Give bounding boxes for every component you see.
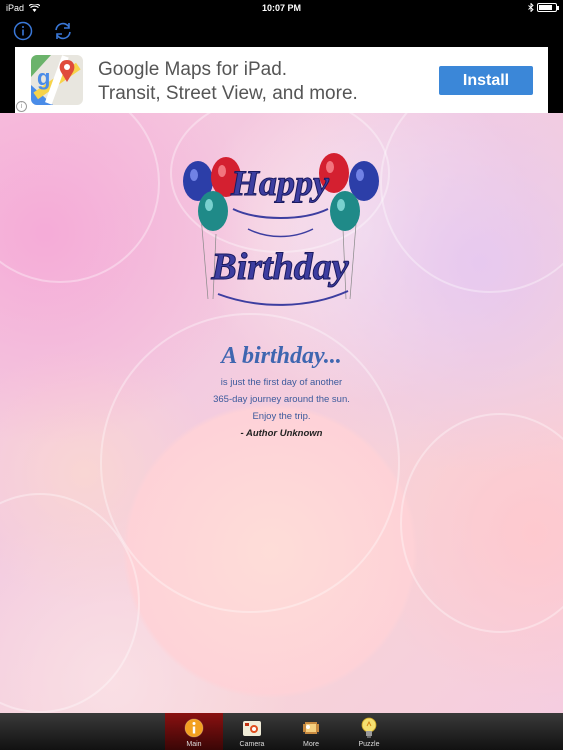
quote-line: Enjoy the trip. bbox=[252, 411, 311, 422]
background-swirl bbox=[0, 113, 160, 283]
tab-label: Main bbox=[186, 741, 202, 748]
info-icon bbox=[184, 718, 204, 738]
ad-info-icon[interactable]: i bbox=[16, 101, 27, 112]
tab-more[interactable]: More bbox=[282, 713, 340, 750]
quote-title: A birthday... bbox=[221, 343, 342, 369]
ad-text: Google Maps for iPad. Transit, Street Vi… bbox=[98, 58, 358, 106]
background-swirl bbox=[380, 113, 563, 293]
info-button[interactable] bbox=[12, 20, 34, 42]
quote-line: is just the first day of another bbox=[220, 377, 343, 388]
battery-icon bbox=[537, 3, 559, 12]
ad-subline: Transit, Street View, and more. bbox=[98, 83, 358, 104]
logo-happy-text: Happy bbox=[230, 163, 330, 203]
quote-line: 365-day journey around the sun. bbox=[213, 394, 350, 405]
tab-label: More bbox=[303, 741, 319, 748]
svg-text:g: g bbox=[37, 65, 50, 90]
google-maps-logo: g bbox=[31, 55, 83, 105]
tab-label: Puzzle bbox=[358, 741, 380, 748]
bluetooth-icon bbox=[528, 3, 534, 12]
background-swirl bbox=[400, 413, 563, 633]
lightbulb-icon bbox=[361, 717, 377, 738]
status-bar: iPad 10:07 PM bbox=[0, 0, 563, 16]
tab-bar: Main Camera More Puzzle bbox=[0, 713, 563, 750]
tab-main[interactable]: Main bbox=[165, 713, 223, 750]
tab-label: Camera bbox=[239, 741, 265, 748]
camera-icon bbox=[243, 721, 261, 736]
tab-camera[interactable]: Camera bbox=[223, 713, 281, 750]
logo-birthday-text: Birthday bbox=[210, 246, 348, 288]
main-content: Happy Birthday A birthday... is just the… bbox=[0, 113, 563, 713]
refresh-icon bbox=[55, 22, 71, 40]
ad-banner[interactable]: g Google Maps for iPad. Transit, Street … bbox=[15, 47, 548, 113]
tab-puzzle[interactable]: Puzzle bbox=[340, 713, 398, 750]
info-icon bbox=[13, 21, 33, 41]
nav-bar bbox=[0, 16, 563, 46]
clock: 10:07 PM bbox=[261, 3, 302, 13]
install-button[interactable]: Install bbox=[439, 66, 533, 95]
happy-birthday-logo: Happy Birthday bbox=[183, 153, 379, 306]
quote-author: - Author Unknown bbox=[240, 428, 323, 439]
refresh-button[interactable] bbox=[52, 20, 74, 42]
ad-headline: Google Maps for iPad. bbox=[98, 59, 288, 80]
film-icon bbox=[303, 722, 319, 734]
